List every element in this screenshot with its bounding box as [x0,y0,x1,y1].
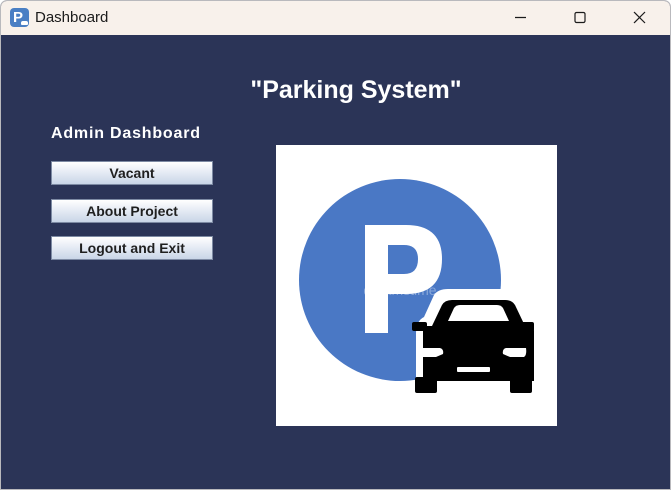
minimize-button[interactable] [498,1,544,35]
window-title: Dashboard [35,9,109,26]
maximize-icon [574,11,586,24]
close-button[interactable] [616,1,662,35]
minimize-icon [515,16,526,19]
close-icon [633,11,646,24]
parking-app-icon: P [10,8,29,27]
parking-car-logo: dreamstime [299,179,540,399]
watermark-text: dreamstime [363,282,436,298]
parking-logo-panel: dreamstime [276,145,557,426]
dashboard-window: P Dashboard "Parking System" Admin Dashb… [0,0,671,490]
maximize-button[interactable] [557,1,603,35]
logout-exit-button[interactable]: Logout and Exit [51,236,213,260]
vacant-button[interactable]: Vacant [51,161,213,185]
page-heading: "Parking System" [250,76,462,104]
title-bar[interactable]: P Dashboard [1,1,670,35]
dashboard-content: "Parking System" Admin Dashboard Vacant … [1,35,670,489]
admin-dashboard-label: Admin Dashboard [51,125,201,142]
about-project-button[interactable]: About Project [51,199,213,223]
